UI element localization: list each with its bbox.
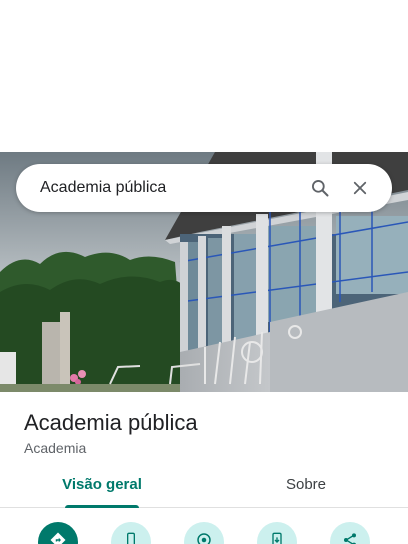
nearby-button[interactable] <box>184 522 224 544</box>
search-bar[interactable]: Academia pública <box>16 164 392 212</box>
nearby-icon <box>195 531 213 544</box>
place-title: Academia pública <box>24 410 198 435</box>
tab-overview-label: Visão geral <box>62 476 142 493</box>
action-buttons-row <box>0 522 408 544</box>
send-to-phone-button[interactable] <box>257 522 297 544</box>
place-info: Academia pública Academia <box>24 408 384 458</box>
tab-overview[interactable]: Visão geral <box>0 470 204 507</box>
tab-about-label: Sobre <box>285 476 327 493</box>
phone-icon <box>123 532 139 544</box>
add-to-phone-icon <box>269 532 285 544</box>
tab-about[interactable]: Sobre <box>204 470 408 507</box>
share-icon <box>342 532 358 544</box>
directions-button[interactable] <box>38 522 78 544</box>
share-button[interactable] <box>330 522 370 544</box>
place-category[interactable]: Academia <box>24 438 384 458</box>
directions-icon <box>49 531 67 544</box>
place-screen: Academia pública Academia pública Academ… <box>0 0 408 544</box>
search-icon[interactable] <box>300 168 340 208</box>
blank-header-area <box>0 0 408 152</box>
close-icon[interactable] <box>340 168 380 208</box>
search-query[interactable]: Academia pública <box>40 179 300 197</box>
call-button[interactable] <box>111 522 151 544</box>
place-tabs: Visão geral Sobre <box>0 470 408 508</box>
